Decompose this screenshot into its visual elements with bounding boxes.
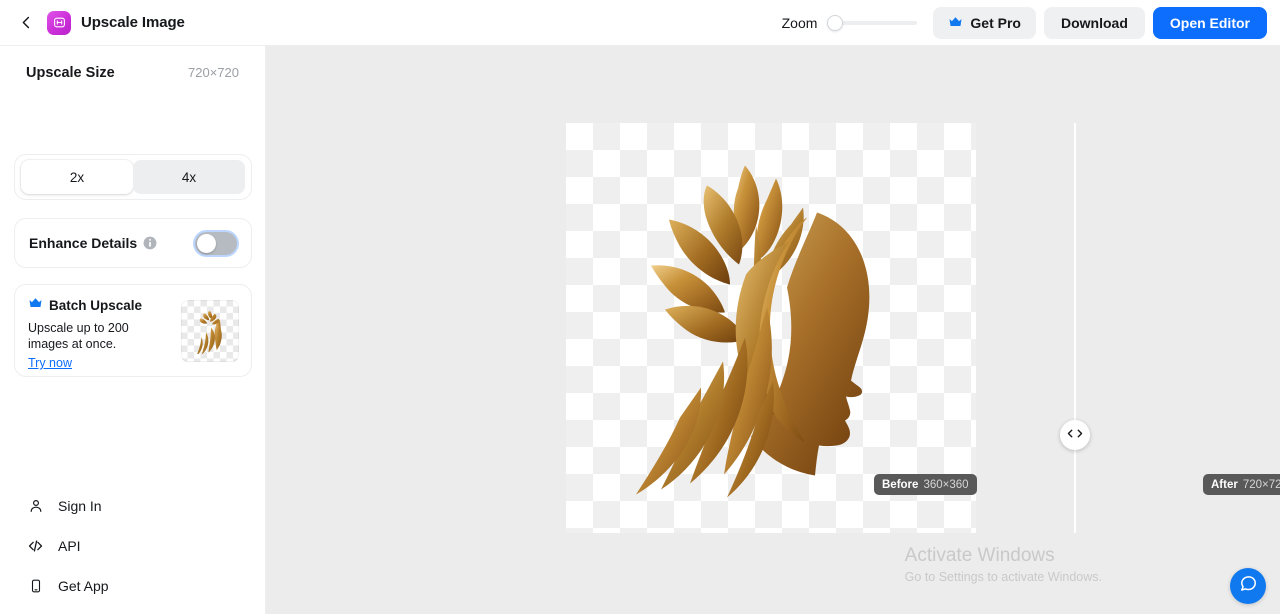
upscale-size-option-4x-label: 4x (181, 169, 197, 185)
sidebar-nav: Sign In API Get App (14, 486, 252, 606)
activate-windows-watermark: Activate Windows Go to Settings to activ… (905, 543, 1102, 586)
top-bar-actions: Zoom Get Pro Download Open Editor (781, 6, 1280, 39)
get-pro-button[interactable]: Get Pro (933, 6, 1036, 39)
compare-slider-handle[interactable] (1060, 420, 1090, 450)
code-icon (27, 538, 44, 554)
batch-upscale-card[interactable]: Batch Upscale Upscale up to 200 images a… (14, 284, 252, 377)
download-button[interactable]: Download (1043, 6, 1145, 39)
top-bar: Upscale Image Zoom Get Pro Download Open… (0, 0, 1280, 46)
upscale-size-option-2x[interactable]: 2x (21, 160, 133, 194)
upscale-app-icon (47, 10, 71, 35)
activate-windows-subtitle: Go to Settings to activate Windows. (904, 570, 1102, 584)
batch-upscale-description: Upscale up to 200 images at once. (28, 321, 129, 351)
upscale-size-value: 720×720 (188, 65, 239, 80)
get-pro-label: Get Pro (970, 14, 1021, 31)
after-badge-dimensions: 720×720 (1242, 478, 1280, 491)
enhance-details-toggle-knob (197, 233, 216, 253)
crown-icon (948, 15, 963, 31)
info-icon[interactable] (143, 236, 157, 250)
sidebar-item-get-app-label: Get App (58, 578, 109, 594)
upscale-size-toggle: 2x 4x (14, 154, 252, 200)
enhance-details-label: Enhance Details (29, 235, 138, 251)
chat-bubble-icon (1239, 574, 1258, 598)
sidebar-item-api-label: API (58, 538, 81, 554)
upscale-size-title: Upscale Size (26, 65, 115, 81)
batch-upscale-thumbnail (181, 300, 239, 362)
upscale-size-option-4x[interactable]: 4x (133, 160, 245, 194)
before-badge-label: Before (882, 478, 919, 491)
zoom-slider[interactable] (827, 14, 918, 32)
page-title: Upscale Image (81, 14, 185, 31)
crown-icon (28, 296, 43, 314)
before-badge-dimensions: 360×360 (923, 478, 969, 491)
batch-upscale-try-now-link[interactable]: Try now (28, 356, 72, 370)
user-icon (27, 498, 44, 514)
activate-windows-title: Activate Windows (904, 545, 1055, 566)
upscale-size-header: Upscale Size 720×720 (26, 65, 239, 81)
sidebar-item-sign-in-label: Sign In (58, 498, 102, 514)
image-compare-canvas[interactable]: Before 360×360 After 720×720 Activate Wi… (266, 46, 1280, 614)
open-editor-button[interactable]: Open Editor (1152, 6, 1267, 39)
download-label: Download (1060, 14, 1128, 31)
chevron-left-icon (19, 15, 34, 30)
before-badge: Before 360×360 (874, 474, 977, 495)
enhance-details-toggle[interactable] (195, 231, 237, 255)
upscale-image-app: Upscale Image Zoom Get Pro Download Open… (0, 0, 1280, 614)
after-badge-label: After (1211, 478, 1238, 491)
back-button[interactable] (11, 8, 41, 38)
enhance-details-row: Enhance Details (14, 218, 252, 268)
sidebar-item-api[interactable]: API (14, 526, 252, 566)
zoom-label: Zoom (781, 14, 818, 31)
image-preview[interactable]: Before 360×360 After 720×720 (566, 123, 1280, 533)
compare-divider (1074, 123, 1076, 533)
zoom-slider-knob[interactable] (827, 14, 844, 31)
open-editor-label: Open Editor (1169, 14, 1250, 31)
sidebar-item-get-app[interactable]: Get App (14, 566, 252, 606)
zoom-slider-track (835, 20, 918, 25)
help-chat-button[interactable] (1230, 568, 1266, 604)
gold-woman-profile-lotus-logo (636, 165, 870, 498)
smartphone-icon (27, 578, 44, 594)
upscale-size-option-2x-label: 2x (69, 169, 85, 185)
sidebar: Upscale Size 720×720 2x 4x Enhance Detai… (0, 46, 266, 614)
after-badge: After 720×720 (1203, 474, 1280, 495)
sidebar-item-sign-in[interactable]: Sign In (14, 486, 252, 526)
left-right-chevrons-icon (1067, 426, 1083, 444)
batch-upscale-title: Batch Upscale (49, 297, 143, 313)
